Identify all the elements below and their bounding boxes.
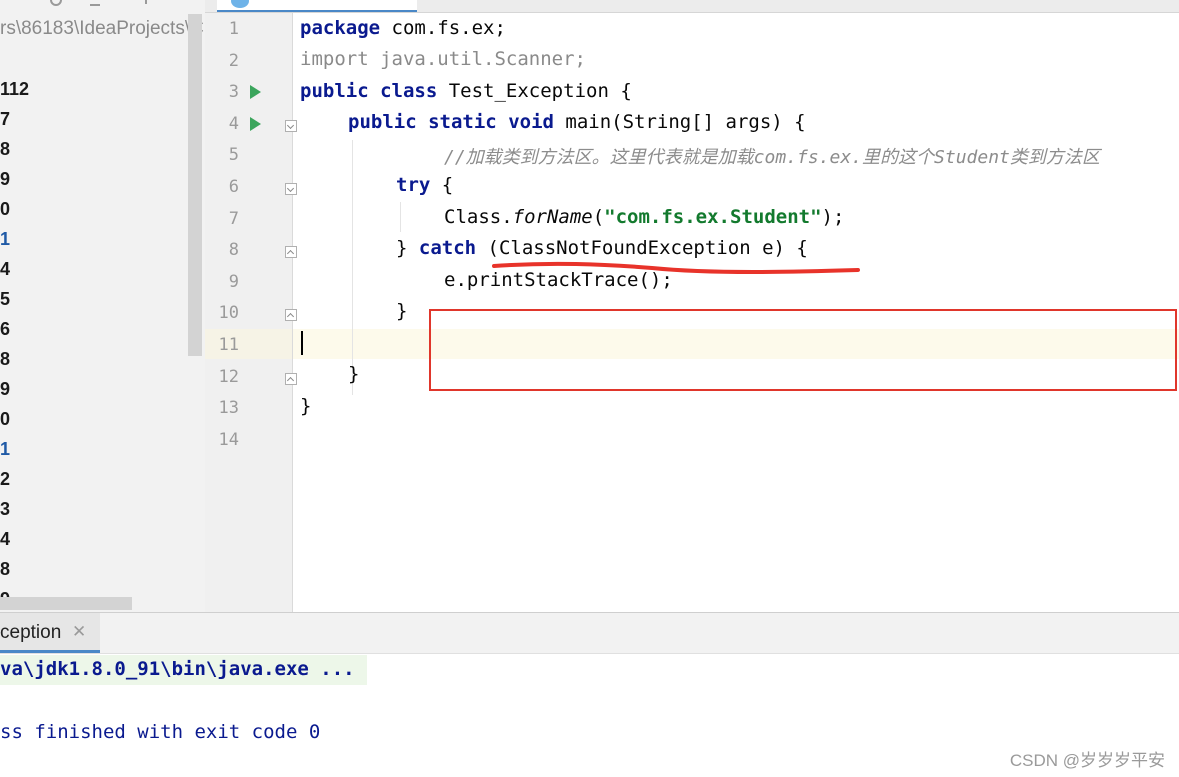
red-underline-annotation [492,261,860,274]
project-tree-item[interactable]: 1 [0,439,10,460]
line-number[interactable]: 9 [213,272,239,292]
text-caret [301,331,303,355]
code-text: ); [821,206,845,228]
editor-tab-strip [205,0,1179,13]
indent-guide [352,140,353,395]
minimize-icon[interactable] [90,0,100,6]
keyword: package [300,17,381,39]
project-tree-item[interactable]: 1 [0,229,10,250]
fold-icon[interactable] [285,309,297,321]
code-line-12: } [348,363,360,385]
keyword: import [300,48,369,70]
project-tree-item[interactable]: 2 [0,469,10,490]
fold-icon[interactable] [285,120,297,132]
horizontal-scrollbar[interactable] [0,597,132,610]
project-tree-item[interactable]: 8 [0,559,10,580]
project-tree-item[interactable]: 5 [0,289,10,310]
project-toolbar [0,0,205,12]
keyword: try [396,174,431,196]
code-line-13: } [300,395,312,417]
project-tree-item[interactable]: 112 [0,79,29,100]
keyword: public [300,80,369,102]
project-path: rs\86183\IdeaProjects\C [0,18,204,39]
code-line-10: } [396,300,408,322]
line-number[interactable]: 6 [213,177,239,197]
line-number[interactable]: 10 [213,303,239,323]
code-line-1: package com.fs.ex; [300,17,506,39]
project-tree-item[interactable]: 9 [0,379,10,400]
code-text: main(String[] args) { [553,111,806,133]
console-exit-message: ss finished with exit code 0 [0,721,321,743]
line-number[interactable]: 2 [213,51,239,71]
project-tree-item[interactable]: 8 [0,349,10,370]
keyword: class [380,80,438,102]
run-tab-label: ception [0,622,62,643]
close-icon[interactable]: ✕ [72,622,86,642]
line-number[interactable]: 12 [213,367,239,387]
line-number[interactable]: 1 [213,19,239,39]
run-tab-bar: ception ✕ [0,613,1179,654]
code-comment: //加载类到方法区。这里代表就是加载com.fs.ex.里的这个Student类… [444,147,1100,168]
project-tree-item[interactable]: 4 [0,529,10,550]
code-line-4: public static void main(String[] args) { [348,111,806,133]
project-tree-item[interactable]: 4 [0,259,10,280]
code-line-8: } catch (ClassNotFoundException e) { [396,237,808,259]
code-text: com.fs.ex; [380,17,506,39]
indent-guide [400,202,401,232]
project-tree-item[interactable]: 6 [0,319,10,340]
console-command[interactable]: va\jdk1.8.0_91\bin\java.exe ... [0,658,355,680]
method-name: forName [512,206,593,228]
fold-icon[interactable] [285,373,297,385]
fold-icon[interactable] [285,246,297,258]
code-text: ( [592,206,605,228]
code-text: Class. [444,206,513,228]
project-tree-item[interactable]: 8 [0,139,10,160]
project-tree-item[interactable]: 0 [0,199,10,220]
keyword: void [508,111,554,133]
code-text: } [396,237,419,259]
code-line-3: public class Test_Exception { [300,80,632,102]
project-tree-item[interactable]: 7 [0,109,10,130]
watermark: CSDN @岁岁岁平安 [1009,751,1165,770]
line-number[interactable]: 3 [213,82,239,102]
separator [145,0,147,4]
line-number[interactable]: 7 [213,209,239,229]
code-text: Test_Exception { [437,80,632,102]
project-tree-item[interactable]: 9 [0,169,10,190]
line-number[interactable]: 4 [213,114,239,134]
line-number[interactable]: 5 [213,145,239,165]
project-tree-item[interactable]: 0 [0,409,10,430]
run-tab[interactable]: ception ✕ [0,613,100,653]
java-class-icon [231,0,249,8]
red-box-annotation [429,309,1177,391]
line-number[interactable]: 11 [213,335,239,355]
project-panel: rs\86183\IdeaProjects\C 112 7 8 9 0 1 4 5 6 8 9 0 1 2… [0,0,205,612]
run-icon[interactable] [250,117,261,131]
project-tree-item[interactable]: 3 [0,499,10,520]
string-literal: "com.fs.ex.Student" [604,206,822,228]
run-icon[interactable] [250,85,261,99]
code-line-2: import java.util.Scanner; [300,48,586,70]
line-number[interactable]: 8 [213,240,239,260]
code-line-6: try { [396,174,453,196]
settings-icon[interactable] [50,0,62,6]
keyword: public [348,111,417,133]
code-text: java.util.Scanner; [368,48,586,70]
code-text: { [430,174,454,196]
line-number[interactable]: 14 [213,430,239,450]
editor-tab[interactable] [217,0,417,12]
vertical-scrollbar[interactable] [188,14,202,356]
line-number[interactable]: 13 [213,398,239,418]
code-line-7: Class.forName("com.fs.ex.Student"); [444,206,844,228]
keyword: static [428,111,497,133]
code-editor[interactable]: 1 2 3 4 5 6 7 8 9 10 11 12 13 14 package com.fs.ex; i… [205,0,1179,612]
keyword: catch [418,237,477,259]
run-panel: ception ✕ va\jdk1.8.0_91\bin\java.exe ..… [0,612,1179,777]
code-text: (ClassNotFoundException e) { [476,237,808,259]
fold-icon[interactable] [285,183,297,195]
